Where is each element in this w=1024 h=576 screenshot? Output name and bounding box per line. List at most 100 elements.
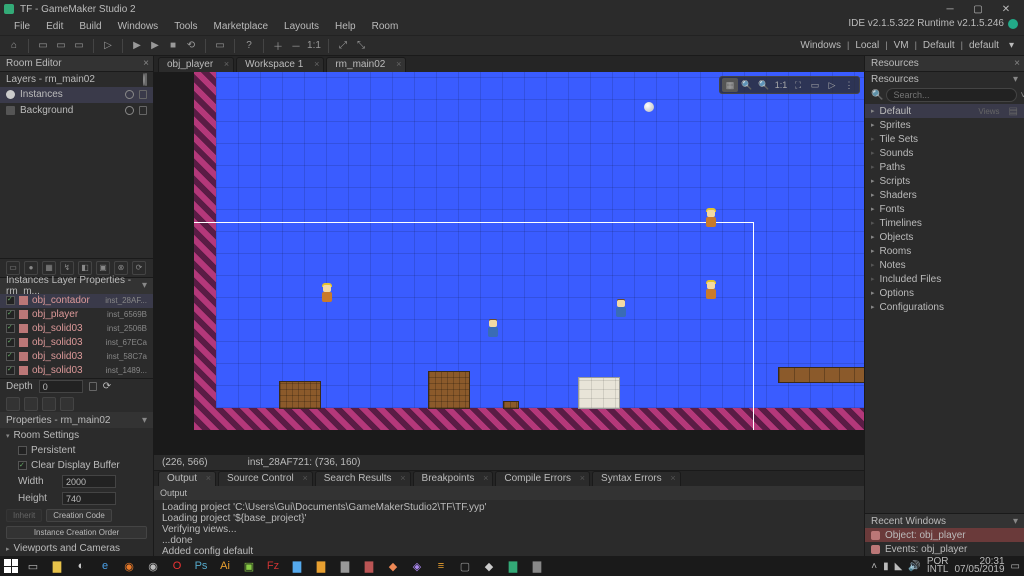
instance-row[interactable]: obj_solid03inst_67ECa [0, 336, 153, 350]
clean-icon[interactable]: ⟲ [183, 38, 199, 54]
menu-layouts[interactable]: Layouts [276, 19, 327, 34]
opera-icon[interactable]: O [168, 558, 186, 574]
more-icon[interactable]: ⋮ [841, 78, 857, 92]
close-icon[interactable]: × [1014, 58, 1020, 69]
edge-icon[interactable]: e [96, 558, 114, 574]
docs-icon[interactable]: ? [241, 38, 257, 54]
tab-rm-main02[interactable]: rm_main02× [326, 57, 406, 72]
obj-instance[interactable] [704, 210, 718, 230]
crate-instance[interactable] [280, 382, 320, 408]
target-windows[interactable]: Windows [796, 40, 845, 51]
debug-icon[interactable]: ▷ [100, 38, 116, 54]
open-icon[interactable]: ▭ [53, 38, 69, 54]
resource-default[interactable]: ▸DefaultViews▤ [865, 104, 1024, 118]
instance-row[interactable]: obj_contadorinst_28AF... [0, 294, 153, 308]
resource-folder[interactable]: ▸Notes [865, 258, 1024, 272]
checkbox[interactable] [6, 352, 15, 361]
chevron-down-icon[interactable]: ˅ [1020, 90, 1024, 101]
room-viewport[interactable]: ▦ 🔍 🔍 1:1 ⛶ ▭ ▷ ⋮ [154, 72, 864, 454]
expand-icon[interactable]: ⤢ [335, 38, 351, 54]
layer-background[interactable]: Background [0, 103, 153, 119]
close-icon[interactable]: × [314, 59, 319, 69]
tab-output[interactable]: Output× [158, 471, 216, 486]
app-icon[interactable]: ▣ [240, 558, 258, 574]
tab-syntax-errors[interactable]: Syntax Errors× [592, 471, 681, 486]
eye-icon[interactable] [125, 106, 134, 115]
add-tile-layer-icon[interactable]: ▦ [42, 261, 56, 275]
tab-search-results[interactable]: Search Results× [315, 471, 411, 486]
inherit-button[interactable]: Inherit [6, 509, 42, 522]
lock-icon[interactable] [89, 382, 97, 391]
volume-icon[interactable]: 🔊 [908, 561, 920, 572]
resources-tab[interactable]: Resources× [865, 56, 1024, 72]
menu-build[interactable]: Build [71, 19, 109, 34]
keyboard-label[interactable]: INTL [927, 566, 949, 574]
home-icon[interactable]: ⌂ [6, 38, 22, 54]
width-input[interactable] [62, 475, 116, 488]
close-button[interactable]: ✕ [992, 1, 1020, 17]
target-local[interactable]: Local [851, 40, 883, 51]
menu-windows[interactable]: Windows [110, 19, 167, 34]
layer-instances[interactable]: Instances [0, 87, 153, 103]
zoom-reset-icon[interactable]: 1:1 [306, 38, 322, 54]
zoom-out-icon[interactable]: 🔍 [756, 78, 772, 92]
delete-layer-icon[interactable]: ⊗ [114, 261, 128, 275]
app-icon[interactable]: ▇ [312, 558, 330, 574]
select-icon[interactable]: ▭ [807, 78, 823, 92]
checkbox[interactable] [6, 296, 15, 305]
grid-toggle-icon[interactable]: ▦ [722, 78, 738, 92]
menu-file[interactable]: File [6, 19, 38, 34]
crate-instance[interactable] [429, 372, 469, 408]
filezilla-icon[interactable]: Fz [264, 558, 282, 574]
battery-icon[interactable]: ▮ [883, 561, 889, 572]
app-icon[interactable]: ◈ [408, 558, 426, 574]
close-icon[interactable]: × [224, 59, 229, 69]
start-button[interactable] [4, 559, 18, 573]
app-icon[interactable]: ▇ [336, 558, 354, 574]
inherit-icon[interactable]: ⟳ [132, 261, 146, 275]
app-icon[interactable]: ▢ [456, 558, 474, 574]
btn-1[interactable] [6, 397, 20, 411]
resource-folder[interactable]: ▸Included Files [865, 272, 1024, 286]
checkbox[interactable] [6, 366, 15, 375]
btn-4[interactable] [60, 397, 74, 411]
chevron-down-icon[interactable]: ▾ [142, 415, 147, 426]
collapse-icon[interactable]: ⤡ [353, 38, 369, 54]
new-icon[interactable]: ▭ [35, 38, 51, 54]
viewports-row[interactable]: ▸Viewports and Cameras [0, 541, 153, 556]
resource-folder[interactable]: ▸Scripts [865, 174, 1024, 188]
recent-item[interactable]: Events: obj_player [865, 542, 1024, 556]
instance-row[interactable]: obj_playerinst_6569B [0, 308, 153, 322]
box-instance[interactable] [579, 378, 619, 408]
lock-icon[interactable] [139, 106, 147, 115]
unity-icon[interactable]: ◆ [480, 558, 498, 574]
maximize-button[interactable]: ▢ [964, 1, 992, 17]
tray-chevron-icon[interactable]: ˄ [871, 561, 877, 572]
photoshop-icon[interactable]: Ps [192, 558, 210, 574]
resource-folder[interactable]: ▸Paths [865, 160, 1024, 174]
target-default[interactable]: Default [919, 40, 959, 51]
resource-folder[interactable]: ▸Fonts [865, 202, 1024, 216]
instance-creation-order-button[interactable]: Instance Creation Order [6, 526, 147, 539]
tab-compile-errors[interactable]: Compile Errors× [495, 471, 590, 486]
target-dropdown-icon[interactable]: ▾ [1005, 40, 1018, 51]
zoom-fit-icon[interactable]: 1:1 [773, 78, 789, 92]
clock-date[interactable]: 07/05/2019 [954, 566, 1004, 574]
app-icon[interactable]: ▇ [360, 558, 378, 574]
obj-instance[interactable] [614, 300, 628, 320]
tab-source-control[interactable]: Source Control× [218, 471, 313, 486]
debug-run-icon[interactable]: ▶ [147, 38, 163, 54]
tab-breakpoints[interactable]: Breakpoints× [413, 471, 494, 486]
menu-tools[interactable]: Tools [166, 19, 205, 34]
height-input[interactable] [62, 492, 116, 505]
room-canvas[interactable] [194, 72, 864, 430]
chrome-icon[interactable]: ◉ [144, 558, 162, 574]
target-config[interactable]: default [965, 40, 1003, 51]
crate-instance[interactable] [504, 402, 518, 408]
firefox-icon[interactable]: ◉ [120, 558, 138, 574]
tab-obj-player[interactable]: obj_player× [158, 57, 234, 72]
save-icon[interactable]: ▭ [71, 38, 87, 54]
wifi-icon[interactable]: ◣ [895, 561, 903, 572]
zoom-out-icon[interactable]: － [288, 38, 304, 54]
instance-row[interactable]: obj_solid03inst_58C7a [0, 350, 153, 364]
